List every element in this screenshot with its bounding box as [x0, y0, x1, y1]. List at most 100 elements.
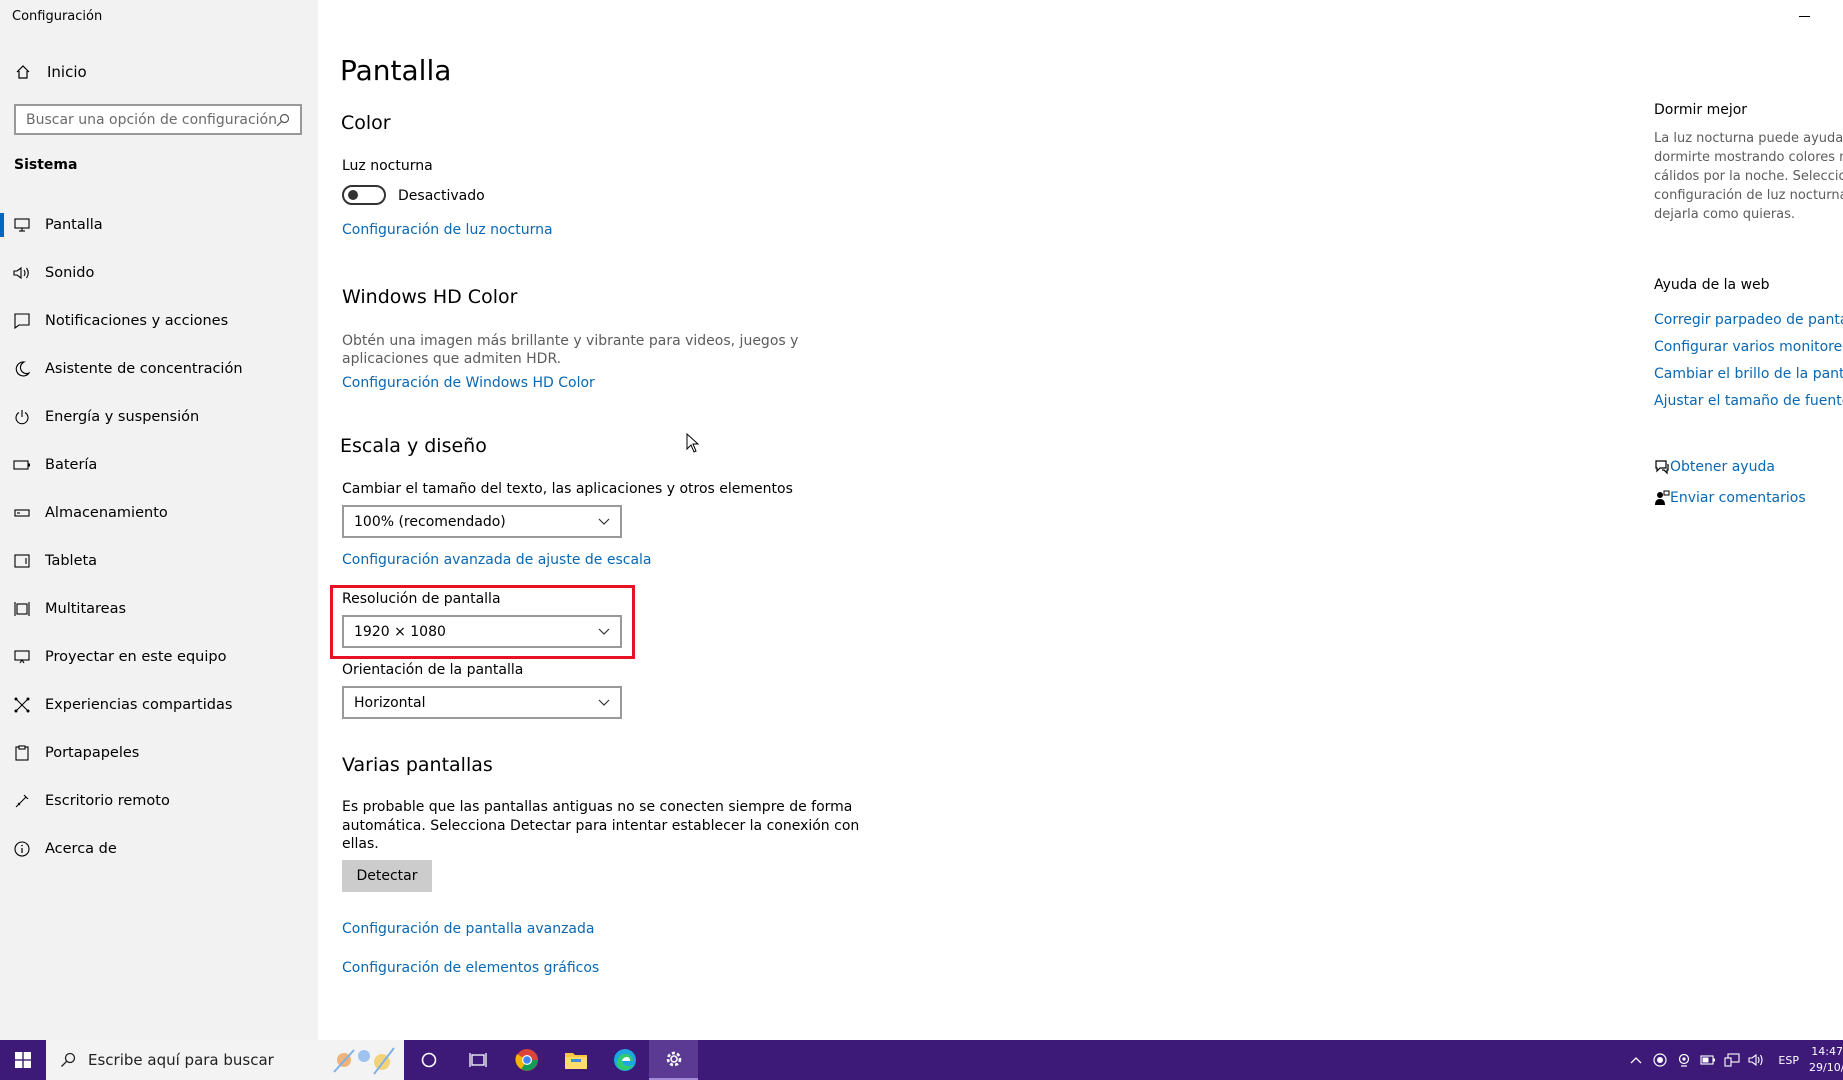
web-help-link[interactable]: Configurar varios monitores — [1654, 339, 1843, 355]
sleep-text-line: configuración de luz nocturna — [1654, 188, 1843, 203]
web-help-heading: Ayuda de la web — [1654, 277, 1770, 293]
sidebar-item-pantalla[interactable]: Pantalla — [0, 205, 318, 245]
sidebar-item-almacenamiento[interactable]: Almacenamiento — [0, 493, 318, 533]
cortana-button[interactable] — [404, 1040, 453, 1080]
orientation-dropdown[interactable]: Horizontal — [342, 686, 622, 719]
sidebar-item-label: Escritorio remoto — [45, 793, 170, 809]
send-feedback-link[interactable]: Enviar comentarios — [1670, 490, 1806, 506]
multitask-icon — [13, 600, 31, 618]
night-light-toggle[interactable] — [342, 185, 386, 205]
section-heading-scale: Escala y diseño — [340, 435, 487, 457]
send-feedback-row[interactable]: Enviar comentarios — [1654, 490, 1806, 506]
tray-volume-button[interactable] — [1744, 1040, 1768, 1080]
hdr-description-line1: Obtén una imagen más brillante y vibrant… — [342, 333, 799, 349]
chevron-down-icon — [598, 628, 610, 635]
sidebar-item-tableta[interactable]: Tableta — [0, 541, 318, 581]
sidebar-item-portapapeles[interactable]: Portapapeles — [0, 733, 318, 773]
taskbar-file-explorer[interactable] — [551, 1040, 600, 1080]
battery-icon — [1700, 1055, 1716, 1065]
night-light-label: Luz nocturna — [342, 158, 433, 174]
sidebar-item-escritorio-remoto[interactable]: Escritorio remoto — [0, 781, 318, 821]
record-icon — [1653, 1053, 1668, 1067]
sidebar-item-multitareas[interactable]: Multitareas — [0, 589, 318, 629]
battery-icon — [13, 456, 31, 474]
sidebar-item-concentracion[interactable]: Asistente de concentración — [0, 349, 318, 389]
settings-search-box[interactable] — [14, 104, 302, 135]
sidebar-home[interactable]: Inicio — [15, 60, 87, 84]
sidebar-item-label: Sonido — [45, 265, 95, 281]
input-language[interactable]: ESP — [1778, 1054, 1799, 1067]
sidebar-item-label: Experiencias compartidas — [45, 697, 233, 713]
web-help-link[interactable]: Ajustar el tamaño de fuente — [1654, 393, 1843, 409]
get-help-row[interactable]: Obtener ayuda — [1654, 459, 1775, 475]
web-help-link[interactable]: Cambiar el brillo de la pantalla — [1654, 366, 1843, 382]
resolution-label: Resolución de pantalla — [342, 591, 501, 607]
sidebar-item-acerca-de[interactable]: Acerca de — [0, 829, 318, 869]
orientation-value: Horizontal — [354, 694, 426, 711]
network-icon — [1724, 1053, 1740, 1067]
sleep-text-line: La luz nocturna puede ayudart — [1654, 131, 1843, 146]
main-content: Pantalla Color Luz nocturna Desactivado … — [318, 0, 1598, 1040]
sidebar-item-energia[interactable]: Energía y suspensión — [0, 397, 318, 437]
windows-logo-icon — [15, 1052, 31, 1068]
app-title: Configuración — [12, 9, 103, 24]
folder-icon — [564, 1053, 587, 1069]
monitor-icon — [13, 216, 31, 234]
sidebar-item-experiencias[interactable]: Experiencias compartidas — [0, 685, 318, 725]
tray-webcam-button[interactable] — [1672, 1040, 1696, 1080]
advanced-display-link[interactable]: Configuración de pantalla avanzada — [342, 921, 594, 937]
taskbar-settings[interactable] — [649, 1040, 698, 1080]
settings-search-input[interactable] — [26, 111, 276, 128]
taskbar-search-box[interactable]: Escribe aquí para buscar — [46, 1040, 404, 1080]
clock-time: 14:47 — [1811, 1045, 1843, 1058]
get-help-link[interactable]: Obtener ayuda — [1670, 459, 1775, 475]
advanced-scaling-link[interactable]: Configuración avanzada de ajuste de esca… — [342, 552, 652, 568]
sidebar-item-label: Acerca de — [45, 841, 117, 857]
sidebar-item-label: Pantalla — [45, 217, 103, 233]
task-view-button[interactable] — [453, 1040, 502, 1080]
resolution-dropdown[interactable]: 1920 × 1080 — [342, 615, 622, 648]
related-pane: Dormir mejor La luz nocturna puede ayuda… — [1654, 0, 1843, 1040]
info-icon — [13, 840, 31, 858]
sidebar-item-sonido[interactable]: Sonido — [0, 253, 318, 293]
remote-icon — [13, 792, 31, 810]
edge-icon — [613, 1049, 636, 1071]
detect-button[interactable]: Detectar — [342, 860, 432, 892]
tray-overflow-button[interactable] — [1624, 1040, 1648, 1080]
chrome-icon — [514, 1049, 538, 1071]
task-view-icon — [468, 1053, 487, 1067]
sidebar-item-label: Proyectar en este equipo — [45, 649, 227, 665]
sleep-text-line: cálidos por la noche. Seleccion — [1654, 169, 1843, 184]
sidebar-item-label: Portapapeles — [45, 745, 140, 761]
home-icon — [16, 65, 30, 79]
sleep-text-line: dormirte mostrando colores m — [1654, 150, 1843, 165]
sidebar-item-proyectar[interactable]: Proyectar en este equipo — [0, 637, 318, 677]
clipboard-icon — [13, 744, 31, 762]
web-help-link[interactable]: Corregir parpadeo de pantalla — [1654, 312, 1843, 328]
taskbar-clock[interactable]: 14:47 29/10/2 — [1809, 1044, 1843, 1076]
speaker-icon — [1748, 1053, 1763, 1067]
sidebar-item-label: Batería — [45, 457, 98, 473]
sidebar-item-notificaciones[interactable]: Notificaciones y acciones — [0, 301, 318, 341]
notification-icon — [13, 312, 31, 330]
hdr-settings-link[interactable]: Configuración de Windows HD Color — [342, 375, 595, 391]
section-heading-color: Color — [341, 112, 391, 134]
sidebar-item-bateria[interactable]: Batería — [0, 445, 318, 485]
tray-network-button[interactable] — [1720, 1040, 1744, 1080]
night-light-settings-link[interactable]: Configuración de luz nocturna — [342, 222, 553, 238]
start-button[interactable] — [0, 1040, 46, 1080]
section-label-system: Sistema — [14, 157, 78, 173]
taskbar-edge[interactable] — [600, 1040, 649, 1080]
search-icon[interactable] — [276, 113, 290, 127]
resolution-value: 1920 × 1080 — [354, 623, 446, 640]
multi-text-line2: automática. Selecciona Detectar para int… — [342, 818, 860, 834]
night-light-state: Desactivado — [398, 188, 485, 204]
moon-icon — [13, 360, 31, 378]
tray-battery-button[interactable] — [1696, 1040, 1720, 1080]
sleep-text-line: dejarla como quieras. — [1654, 207, 1796, 222]
graphics-settings-link[interactable]: Configuración de elementos gráficos — [342, 960, 599, 976]
taskbar-chrome[interactable] — [502, 1040, 551, 1080]
scale-size-dropdown[interactable]: 100% (recomendado) — [342, 505, 622, 538]
sidebar-item-label: Energía y suspensión — [45, 409, 200, 425]
tray-record-button[interactable] — [1648, 1040, 1672, 1080]
